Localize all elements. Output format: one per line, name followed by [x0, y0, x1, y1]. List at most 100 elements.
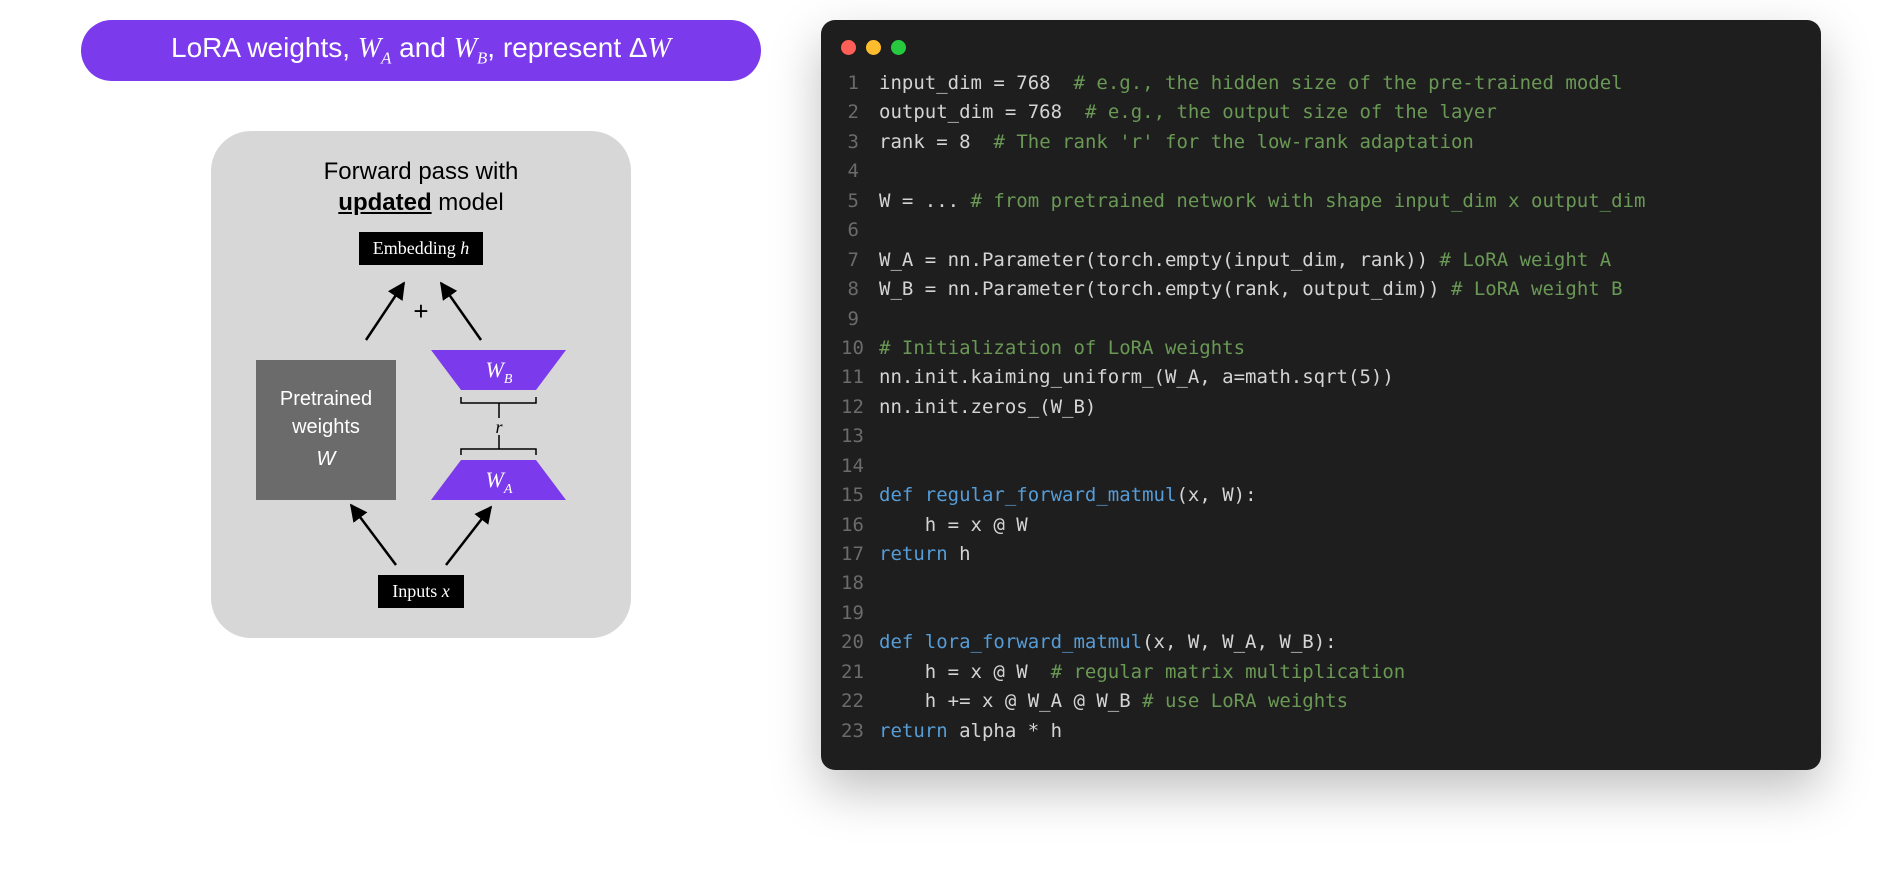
code-area: 1input_dim = 768 # e.g., the hidden size… — [821, 69, 1821, 746]
line-number: 3 — [841, 128, 879, 157]
line-number: 18 — [841, 569, 879, 598]
code-content: # Initialization of LoRA weights — [879, 334, 1245, 363]
minimize-icon[interactable] — [866, 40, 881, 55]
line-number: 6 — [841, 216, 879, 245]
pretrained-l1: Pretrained — [280, 388, 372, 410]
title-bar: LoRA weights, WA and WB, represent ΔW — [81, 20, 761, 81]
code-content: nn.init.kaiming_uniform_(W_A, a=math.sqr… — [879, 363, 1394, 392]
code-content: W_B = nn.Parameter(torch.empty(rank, out… — [879, 275, 1623, 304]
arrow-lora-to-plus — [441, 283, 481, 340]
code-line: 22 h += x @ W_A @ W_B # use LoRA weights — [841, 687, 1801, 716]
pretrained-l2: weights — [291, 416, 360, 438]
title-suffix: , represent Δ — [487, 32, 647, 63]
code-line: 9 — [841, 305, 1801, 334]
code-content — [879, 599, 890, 628]
line-number: 7 — [841, 246, 879, 275]
wb-bracket — [461, 397, 536, 403]
line-number: 8 — [841, 275, 879, 304]
code-line: 17return h — [841, 540, 1801, 569]
line-number: 10 — [841, 334, 879, 363]
code-content: h = x @ W # regular matrix multiplicatio… — [879, 658, 1405, 687]
code-line: 7W_A = nn.Parameter(torch.empty(input_di… — [841, 246, 1801, 275]
wa-bracket — [461, 449, 536, 455]
code-content: return h — [879, 540, 971, 569]
inputs-var: x — [442, 581, 450, 601]
line-number: 12 — [841, 393, 879, 422]
code-line: 6 — [841, 216, 1801, 245]
title-wb-base: W — [454, 33, 477, 64]
maximize-icon[interactable] — [891, 40, 906, 55]
rank-label: r — [495, 417, 503, 437]
code-content: output_dim = 768 # e.g., the output size… — [879, 98, 1497, 127]
line-number: 22 — [841, 687, 879, 716]
line-number: 16 — [841, 511, 879, 540]
line-number: 23 — [841, 717, 879, 746]
line-number: 1 — [841, 69, 879, 98]
title-wb-sub: B — [477, 49, 487, 68]
line-number: 20 — [841, 628, 879, 657]
code-line: 16 h = x @ W — [841, 511, 1801, 540]
line-number: 2 — [841, 98, 879, 127]
line-number: 15 — [841, 481, 879, 510]
line-number: 9 — [841, 305, 879, 334]
title-dw: W — [648, 33, 671, 64]
line-number: 14 — [841, 452, 879, 481]
code-content: W = ... # from pretrained network with s… — [879, 187, 1645, 216]
line-number: 19 — [841, 599, 879, 628]
code-content: W_A = nn.Parameter(torch.empty(input_dim… — [879, 246, 1611, 275]
code-content: def regular_forward_matmul(x, W): — [879, 481, 1257, 510]
fwd-line1: Forward pass with — [324, 158, 519, 185]
code-line: 13 — [841, 422, 1801, 451]
code-editor: 1input_dim = 768 # e.g., the hidden size… — [821, 20, 1821, 770]
code-content: return alpha * h — [879, 717, 1062, 746]
embedding-var: h — [460, 238, 469, 258]
code-line: 15def regular_forward_matmul(x, W): — [841, 481, 1801, 510]
code-content: rank = 8 # The rank 'r' for the low-rank… — [879, 128, 1474, 157]
title-wa-base: W — [358, 33, 381, 64]
fwd-model: model — [432, 189, 504, 216]
line-number: 13 — [841, 422, 879, 451]
fwd-updated: updated — [338, 189, 431, 216]
code-line: 10# Initialization of LoRA weights — [841, 334, 1801, 363]
code-line: 1input_dim = 768 # e.g., the hidden size… — [841, 69, 1801, 98]
embedding-word: Embedding — [373, 238, 461, 258]
plus-symbol: + — [413, 296, 428, 326]
code-line: 4 — [841, 157, 1801, 186]
code-content — [879, 305, 890, 334]
code-content: input_dim = 768 # e.g., the hidden size … — [879, 69, 1623, 98]
lora-flow-svg: + Pretrained weights W WB r WA — [236, 265, 606, 595]
code-content — [879, 157, 890, 186]
code-line: 12nn.init.zeros_(W_B) — [841, 393, 1801, 422]
code-line: 2output_dim = 768 # e.g., the output siz… — [841, 98, 1801, 127]
code-line: 23return alpha * h — [841, 717, 1801, 746]
code-content — [879, 569, 890, 598]
code-line: 21 h = x @ W # regular matrix multiplica… — [841, 658, 1801, 687]
inputs-label-box: Inputs x — [378, 575, 464, 608]
line-number: 17 — [841, 540, 879, 569]
inputs-word: Inputs — [392, 581, 442, 601]
embedding-label-box: Embedding h — [359, 232, 484, 265]
code-line: 5W = ... # from pretrained network with … — [841, 187, 1801, 216]
code-content: h = x @ W — [879, 511, 1028, 540]
code-content — [879, 422, 890, 451]
code-content — [879, 452, 890, 481]
left-panel: LoRA weights, WA and WB, represent ΔW Fo… — [81, 20, 761, 638]
code-line: 14 — [841, 452, 1801, 481]
line-number: 5 — [841, 187, 879, 216]
code-line: 20def lora_forward_matmul(x, W, W_A, W_B… — [841, 628, 1801, 657]
code-content — [879, 216, 890, 245]
close-icon[interactable] — [841, 40, 856, 55]
code-line: 11nn.init.kaiming_uniform_(W_A, a=math.s… — [841, 363, 1801, 392]
diagram-card: Forward pass with updated model Embeddin… — [211, 131, 631, 638]
line-number: 21 — [841, 658, 879, 687]
title-wa-sub: A — [381, 49, 391, 68]
title-text-prefix: LoRA weights, — [171, 32, 358, 63]
window-traffic-lights — [821, 36, 1821, 69]
arrow-input-to-pretrained — [351, 505, 396, 565]
code-content: nn.init.zeros_(W_B) — [879, 393, 1096, 422]
code-line: 18 — [841, 569, 1801, 598]
code-content: h += x @ W_A @ W_B # use LoRA weights — [879, 687, 1348, 716]
line-number: 11 — [841, 363, 879, 392]
code-content: def lora_forward_matmul(x, W, W_A, W_B): — [879, 628, 1337, 657]
arrow-input-to-wa — [446, 507, 491, 565]
